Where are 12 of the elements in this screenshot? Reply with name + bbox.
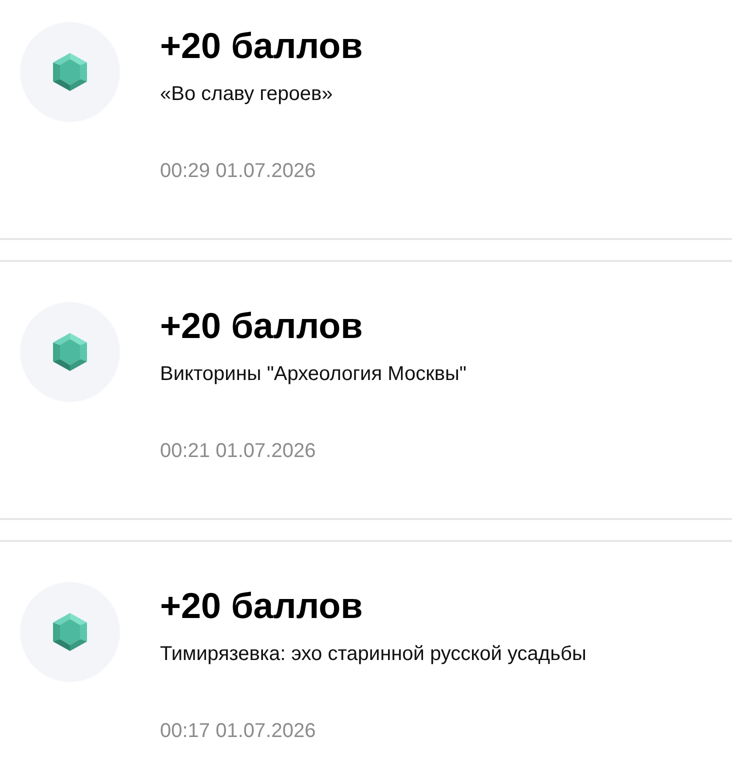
timestamp: 00:29 01.07.2026 [160,159,317,183]
timestamp: 00:17 01.07.2026 [160,719,317,743]
points-title: +20 баллов [160,26,363,66]
event-description: «Во славу героев» [160,82,334,106]
gem-icon [20,22,120,122]
event-description: Викторины "Археология Москвы" [160,362,466,386]
timestamp: 00:21 01.07.2026 [160,439,317,463]
gem-icon [20,582,120,682]
event-description: Тимирязевка: эхо старинной русской усадьбы [160,642,586,666]
points-title: +20 баллов [160,306,364,346]
gem-icon [20,302,120,402]
points-title: +20 баллов [160,586,364,626]
